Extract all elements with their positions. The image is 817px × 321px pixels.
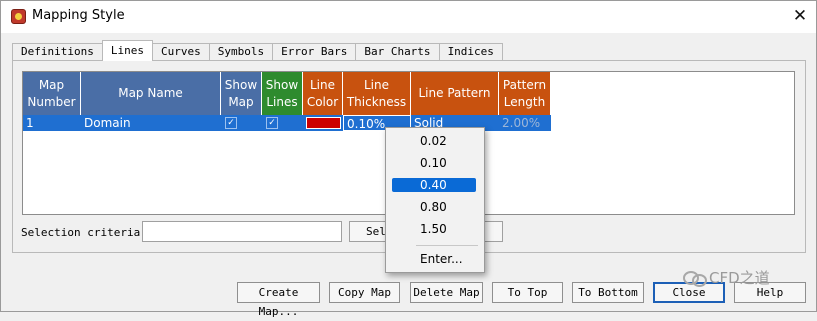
watermark-text: CFD之道 <box>709 268 770 287</box>
menu-item-thickness[interactable]: 0.10 <box>392 156 476 170</box>
menu-item-thickness[interactable]: 1.50 <box>392 222 476 236</box>
menu-divider <box>416 245 478 246</box>
tab-bar-charts[interactable]: Bar Charts <box>355 43 440 61</box>
delete-map-button[interactable]: Delete Map <box>410 282 483 303</box>
tab-lines[interactable]: Lines <box>101 40 153 61</box>
header-line-color[interactable]: Line Color <box>303 72 343 115</box>
tab-definitions[interactable]: Definitions <box>12 43 103 61</box>
header-map-number[interactable]: Map Number <box>23 72 81 115</box>
show-lines-checkbox[interactable]: ✓ <box>266 117 278 129</box>
tab-strip: Definitions Lines Curves Symbols Error B… <box>12 40 503 61</box>
close-icon[interactable]: ✕ <box>787 4 813 28</box>
title-bar: Mapping Style ✕ <box>1 1 816 33</box>
to-bottom-button[interactable]: To Bottom <box>572 282 644 303</box>
header-show-lines[interactable]: Show Lines <box>262 72 303 115</box>
menu-item-enter[interactable]: Enter... <box>392 252 476 266</box>
line-thickness-menu: 0.02 0.10 0.40 0.80 1.50 Enter... <box>385 127 485 273</box>
cell-map-name[interactable]: Domain <box>81 115 221 131</box>
wechat-logo-icon <box>683 269 707 287</box>
copy-map-button[interactable]: Copy Map <box>329 282 400 303</box>
header-map-name[interactable]: Map Name <box>81 72 221 115</box>
header-pattern-length[interactable]: Pattern Length <box>499 72 551 115</box>
selection-criteria-input[interactable] <box>142 221 342 242</box>
menu-item-thickness[interactable]: 0.80 <box>392 200 476 214</box>
tab-symbols[interactable]: Symbols <box>208 43 274 61</box>
show-map-checkbox[interactable]: ✓ <box>225 117 237 129</box>
header-show-map[interactable]: Show Map <box>221 72 262 115</box>
tab-indices[interactable]: Indices <box>438 43 503 61</box>
header-line-thickness[interactable]: Line Thickness <box>343 72 411 115</box>
tab-curves[interactable]: Curves <box>151 43 210 61</box>
watermark: CFD之道 <box>683 266 770 288</box>
line-color-swatch[interactable] <box>306 117 341 129</box>
mapping-style-dialog: Mapping Style ✕ Definitions Lines Curves… <box>0 0 817 318</box>
cell-map-number[interactable]: 1 <box>23 115 81 131</box>
app-icon <box>11 9 26 24</box>
to-top-button[interactable]: To Top <box>492 282 563 303</box>
tab-error-bars[interactable]: Error Bars <box>272 43 357 61</box>
create-map-button[interactable]: Create Map... <box>237 282 320 318</box>
menu-item-thickness[interactable]: 0.02 <box>392 134 476 148</box>
window-title: Mapping Style <box>32 8 125 23</box>
menu-item-thickness-selected[interactable]: 0.40 <box>392 178 476 192</box>
selection-criteria-label: Selection criteria: <box>21 226 147 239</box>
cell-pattern-length: 2.00% <box>502 116 541 130</box>
header-line-pattern[interactable]: Line Pattern <box>411 72 499 115</box>
